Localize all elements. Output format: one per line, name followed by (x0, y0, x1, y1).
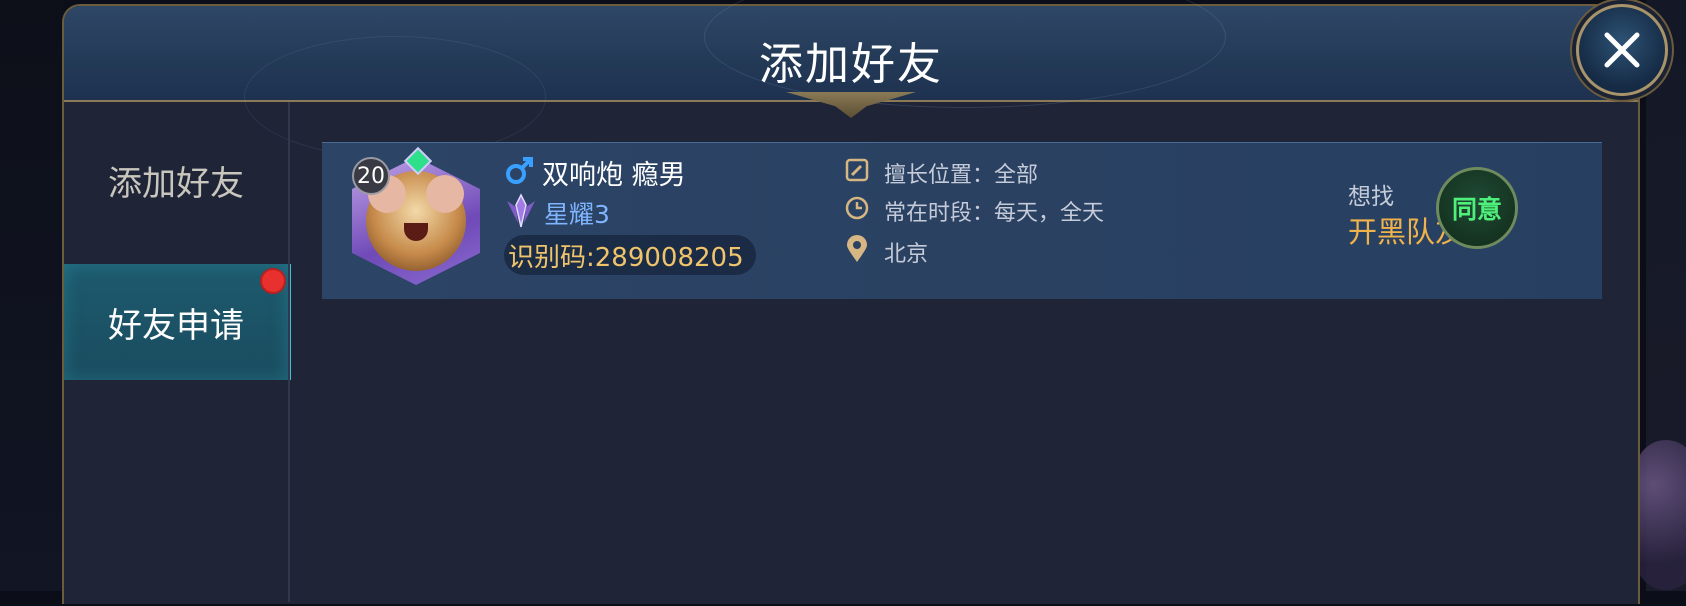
position-info: 擅长位置：全部 (844, 157, 1038, 189)
decorative-flower (1636, 440, 1686, 590)
background-right (1636, 0, 1686, 591)
player-name: 双响炮 瘾男 (542, 160, 686, 191)
time-label: 常在时段：每天，全天 (884, 201, 1105, 226)
location-info: 北京 (844, 235, 928, 269)
add-friend-dialog: 添加好友 添加好友 好友申请 20 双响炮 瘾男 星耀3 识别码:2890082… (62, 0, 1640, 606)
agree-button[interactable]: 同意 (1436, 167, 1518, 249)
sidebar-divider (288, 102, 290, 602)
location-pin-icon (844, 235, 870, 269)
avatar-ear (426, 175, 464, 213)
avatar[interactable]: 20 (346, 146, 486, 291)
avatar-mouth (404, 223, 428, 241)
seeking-label: 想找 (1348, 184, 1394, 210)
position-label: 擅长位置：全部 (884, 163, 1039, 188)
edit-icon (844, 157, 870, 189)
id-code: 识别码:289008205 (504, 235, 756, 275)
dialog-header: 添加好友 (64, 0, 1638, 158)
name-row: 双响炮 瘾男 (504, 153, 686, 192)
rank-row: 星耀3 (504, 193, 610, 233)
tab-add-friend[interactable]: 添加好友 (64, 122, 288, 238)
tab-friend-requests[interactable]: 好友申请 (64, 264, 291, 380)
sidebar: 添加好友 好友申请 (64, 102, 291, 606)
male-icon (504, 156, 534, 190)
tab-label: 好友申请 (108, 305, 244, 346)
time-info: 常在时段：每天，全天 (844, 195, 1104, 227)
close-button[interactable] (1576, 4, 1668, 96)
level-badge: 20 (352, 157, 390, 195)
dialog-title: 添加好友 (759, 39, 943, 90)
friend-request-card: 20 双响炮 瘾男 星耀3 识别码:289008205 擅长位置：全部 常在时段… (322, 142, 1602, 299)
clock-icon (844, 195, 870, 227)
rank-label: 星耀3 (544, 200, 610, 229)
tab-label: 添加好友 (108, 163, 244, 204)
star-glory-rank-icon (504, 193, 538, 233)
location-label: 北京 (884, 242, 929, 267)
notification-dot (260, 268, 286, 294)
background-left (0, 0, 64, 591)
